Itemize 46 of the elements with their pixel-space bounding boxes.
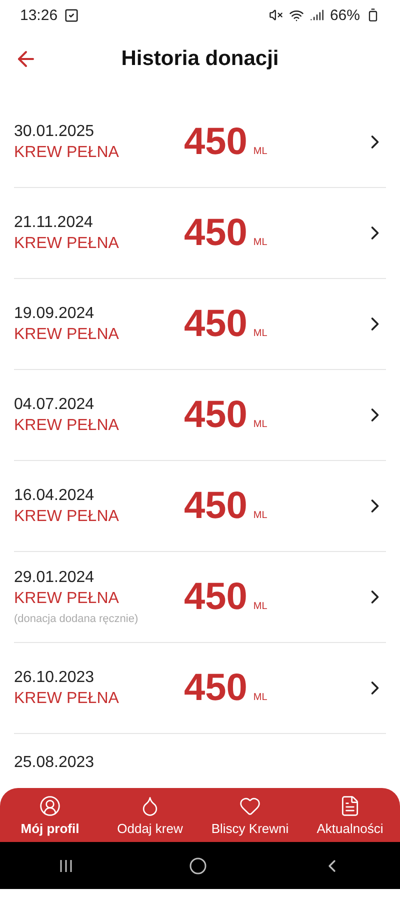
donation-date: 26.10.2023: [14, 668, 96, 686]
donation-type: KREW PEŁNA: [14, 234, 120, 252]
donation-type: KREW PEŁNA: [14, 590, 120, 608]
donation-amount: 450: [184, 123, 248, 161]
donation-date: 19.09.2024: [14, 304, 96, 322]
home-button[interactable]: [188, 856, 207, 874]
nav-tab[interactable]: Oddaj krew: [100, 788, 200, 842]
donation-date: 04.07.2024: [14, 396, 96, 414]
donation-date: 25.08.2023: [14, 754, 96, 772]
amount-unit: ML: [253, 146, 268, 157]
recent-apps-button[interactable]: [58, 858, 74, 874]
donation-amount: 450: [184, 396, 248, 434]
nav-tab[interactable]: Mój profil: [0, 788, 100, 842]
amount-unit: ML: [253, 237, 268, 248]
page-title: Historia donacji: [121, 47, 279, 71]
profile-icon: [39, 794, 61, 816]
amount-unit: ML: [253, 328, 268, 339]
donation-amount: 450: [184, 578, 248, 616]
status-time: 13:26: [20, 6, 58, 24]
mute-icon: [268, 8, 283, 22]
battery-percent: 66%: [330, 6, 360, 24]
amount-unit: ML: [253, 692, 268, 703]
wifi-icon: [288, 8, 304, 22]
signal-icon: [310, 8, 324, 22]
amount-unit: ML: [253, 419, 268, 430]
donation-date: 30.01.2025: [14, 122, 96, 140]
nav-tab[interactable]: Aktualności: [300, 788, 400, 842]
battery-icon: [366, 8, 380, 22]
donation-type: KREW PEŁNA: [14, 326, 120, 344]
donation-amount: 450: [184, 669, 248, 707]
donation-date: 29.01.2024: [14, 569, 96, 587]
document-icon: [339, 794, 361, 816]
donation-date: 21.11.2024: [14, 214, 94, 232]
amount-unit: ML: [253, 510, 268, 521]
donation-type: KREW PEŁNA: [14, 508, 120, 526]
donation-type: KREW PEŁNA: [14, 416, 120, 434]
donation-amount: 450: [184, 305, 248, 343]
donation-date: 16.04.2024: [14, 486, 96, 504]
donation-type: KREW PEŁNA: [14, 144, 120, 162]
donation-amount: 450: [184, 214, 248, 252]
amount-unit: ML: [253, 601, 268, 612]
nav-tab[interactable]: Bliscy Krewni: [200, 788, 300, 842]
donation-note: (donacja dodana ręcznie): [14, 613, 140, 625]
donation-amount: 450: [184, 487, 248, 525]
notification-icon: [64, 8, 79, 22]
donation-type: KREW PEŁNA: [14, 690, 120, 708]
